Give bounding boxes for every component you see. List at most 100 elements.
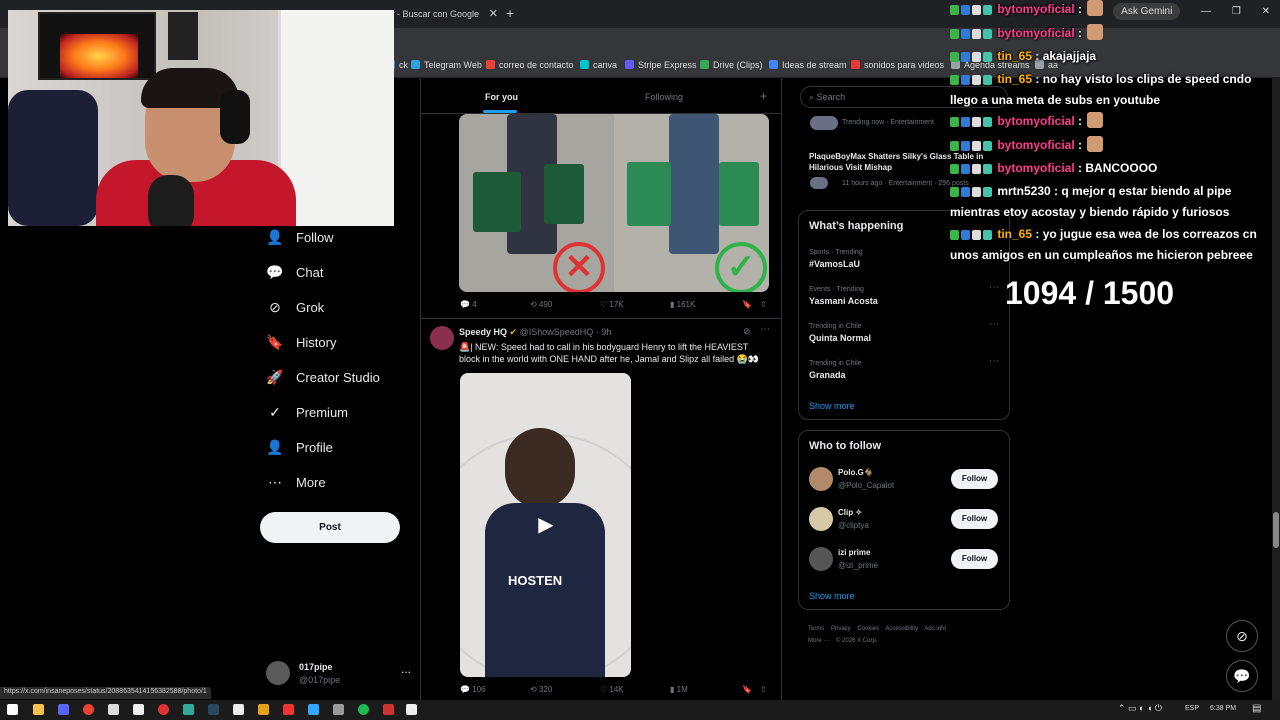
follow-button[interactable]: Follow: [951, 549, 998, 569]
follow-button[interactable]: Follow: [951, 469, 998, 489]
grok-icon[interactable]: ⊘: [743, 326, 751, 337]
chat-text: no hay visto los clips de speed cndo lle…: [950, 72, 1252, 107]
bookmark-label: ck: [399, 60, 408, 70]
card-title: What’s happening: [809, 220, 904, 232]
like-button[interactable]: ♡ 14K: [600, 685, 624, 694]
app-icon[interactable]: [183, 704, 194, 715]
clock[interactable]: 6:38 PM: [1210, 705, 1236, 712]
bookmark-icon[interactable]: 🔖: [742, 300, 752, 309]
trend-item[interactable]: Trending in Chile Granada ⋯: [809, 356, 1001, 390]
bookmark-icon[interactable]: 🔖: [742, 685, 752, 694]
app-icon[interactable]: [133, 704, 144, 715]
reply-button[interactable]: 💬 106: [460, 685, 486, 694]
bookmark-item[interactable]: Telegram Web: [411, 60, 482, 70]
more-icon[interactable]: ⋯: [989, 356, 999, 367]
views-button[interactable]: ▮ 1M: [670, 685, 688, 694]
follow-button[interactable]: Follow: [951, 509, 998, 529]
share-icon[interactable]: ⇧: [760, 300, 767, 309]
nav-item-history[interactable]: 🔖 History: [266, 334, 336, 351]
show-more-link[interactable]: Show more: [809, 401, 855, 411]
add-tab-icon[interactable]: +: [760, 89, 767, 103]
steam-icon[interactable]: [208, 704, 219, 715]
post-image[interactable]: ✕ ✓: [459, 114, 769, 292]
follow-suggestion[interactable]: Clip ✧ @cliptya Follow: [809, 507, 1009, 533]
scrollbar-thumb[interactable]: [1273, 512, 1279, 548]
bookmark-item[interactable]: correo de contacto: [486, 60, 574, 70]
bookmark-icon: 🔖: [266, 334, 284, 350]
views-button[interactable]: ▮ 161K: [670, 300, 695, 309]
more-icon[interactable]: ⋯: [760, 324, 770, 335]
footer-links[interactable]: Terms Privacy Cookies Accessibility Ads …: [808, 626, 946, 632]
chat-username: bytomyoficial: [997, 2, 1075, 16]
app-icon[interactable]: [283, 704, 294, 715]
bookmark-item[interactable]: canva: [580, 60, 617, 70]
nav-item-grok[interactable]: ⊘ Grok: [266, 299, 324, 316]
app-icon[interactable]: [158, 704, 169, 715]
file-explorer-icon[interactable]: [33, 704, 44, 715]
bookmark-label: Stripe Express: [638, 60, 697, 70]
tweet-author[interactable]: Speedy HQ: [459, 327, 507, 337]
follow-suggestion[interactable]: Polo.G🐐 @Polo_Capalot Follow: [809, 467, 1009, 493]
follow-suggestion[interactable]: izi prime @izi_prime Follow: [809, 547, 1009, 573]
trend-item[interactable]: Trending in Chile Quinta Normal ⋯: [809, 319, 1001, 353]
close-tab-icon[interactable]: ✕: [489, 4, 498, 24]
messages-fab[interactable]: 💬: [1226, 660, 1258, 692]
like-button[interactable]: ♡ 17K: [600, 300, 624, 309]
more-icon[interactable]: ⋯: [989, 319, 999, 330]
nav-item-chat[interactable]: 💬 Chat: [266, 264, 323, 281]
bookmark-item[interactable]: Stripe Express: [625, 60, 697, 70]
nav-item-premium[interactable]: ✓ Premium: [266, 404, 348, 421]
more-icon[interactable]: ...: [401, 662, 411, 676]
bookmark-item[interactable]: sonidos para videos: [851, 60, 944, 70]
photoshop-icon[interactable]: [308, 704, 319, 715]
repost-button[interactable]: ⟲ 320: [530, 685, 552, 694]
nav-item-more[interactable]: ⋯ More: [266, 474, 326, 491]
scrollbar[interactable]: [1272, 78, 1280, 700]
nav-item-creator-studio[interactable]: 🚀 Creator Studio: [266, 369, 380, 386]
share-icon[interactable]: ⇧: [760, 685, 767, 694]
nav-item-follow[interactable]: 👤 Follow: [266, 229, 333, 246]
bookmark-item[interactable]: Drive (Clips): [700, 60, 763, 70]
app-icon[interactable]: [406, 704, 417, 715]
play-icon[interactable]: ▶: [534, 513, 558, 537]
tweet-avatar[interactable]: [430, 326, 454, 350]
chrome-icon[interactable]: [83, 704, 94, 715]
notification-icon[interactable]: ▤: [1252, 703, 1261, 714]
show-more-link[interactable]: Show more: [809, 591, 855, 601]
spotify-icon[interactable]: [358, 704, 369, 715]
post-button[interactable]: Post: [260, 512, 400, 543]
browser-tab[interactable]: y - Buscar con Google ✕: [390, 4, 502, 28]
tray-icons[interactable]: ⌃ ▭ ◐ ◖ ⏻: [1118, 703, 1162, 714]
app-icon[interactable]: [108, 704, 119, 715]
trend-item[interactable]: Events · Trending Yasmani Acosta ⋯: [809, 282, 1001, 316]
discord-icon[interactable]: [58, 704, 69, 715]
app-icon[interactable]: [258, 704, 269, 715]
grok-fab[interactable]: ⊘: [1226, 620, 1258, 652]
bookmark-label: Ideas de stream: [782, 60, 847, 70]
tweet-video[interactable]: HOSTEN ▶: [460, 373, 631, 677]
reply-button[interactable]: 💬 4: [460, 300, 477, 309]
nav-item-profile[interactable]: 👤 Profile: [266, 439, 333, 456]
new-tab-icon[interactable]: +: [506, 4, 520, 22]
account-switcher[interactable]: 017pipe @017pipe ...: [266, 660, 411, 688]
emote-icon: [1087, 24, 1104, 40]
tweet-time: 9h: [601, 327, 612, 337]
trending-meta: Trending now · Entertainment: [842, 119, 934, 126]
bookmark-label: canva: [593, 60, 618, 70]
bookmark-item[interactable]: Ideas de stream: [769, 60, 847, 70]
language-indicator[interactable]: ESP: [1185, 705, 1199, 712]
app-icon[interactable]: [233, 704, 244, 715]
chat-text: BANCOOOO: [1085, 161, 1158, 175]
repost-button[interactable]: ⟲ 490: [530, 300, 552, 309]
windows-start-icon[interactable]: [7, 704, 18, 715]
chat-message: mrtn5230 : q mejor q estar biendo al pip…: [950, 184, 1232, 219]
verified-icon: ✔: [509, 327, 518, 337]
nav-label: Chat: [296, 265, 324, 280]
more-icon[interactable]: ⋯: [989, 282, 999, 293]
tab-for-you[interactable]: For you: [485, 92, 518, 102]
app-icon[interactable]: [383, 704, 394, 715]
tab-following[interactable]: Following: [645, 92, 683, 102]
trend-meta: Trending in Chile: [809, 323, 862, 330]
app-icon[interactable]: [333, 704, 344, 715]
chat-username: bytomyoficial: [997, 161, 1075, 175]
